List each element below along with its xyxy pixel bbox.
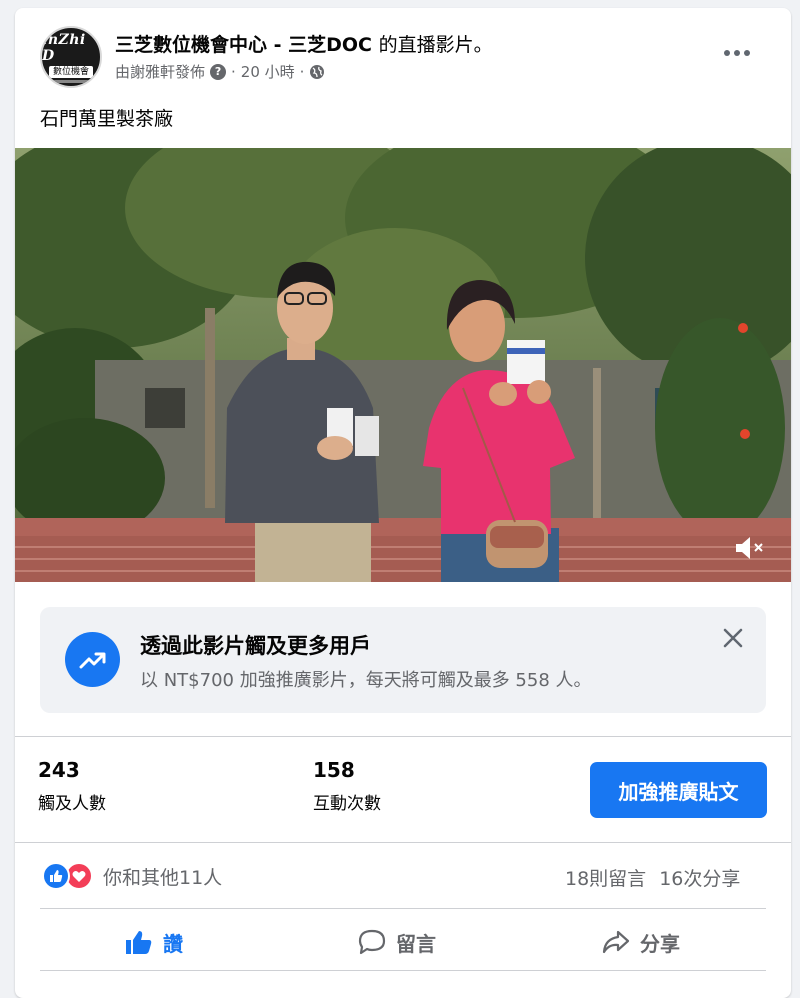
divider [15,842,791,843]
more-options-button[interactable] [717,38,757,68]
title-suffix: 的直播影片。 [378,34,493,56]
avatar-logo-text: inZhi D [42,31,86,64]
question-icon[interactable]: ? [210,63,227,80]
divider [15,736,791,737]
post-card: inZhi D 數位機會 三芝數位機會中心 - 三芝DOC 的直播影片。 由謝雅… [15,8,791,998]
meta-dot: · [231,62,236,81]
divider [40,908,766,909]
like-label: 讚 [163,931,183,956]
like-button[interactable]: 讚 [125,920,183,964]
speaker-muted-icon[interactable] [732,533,766,563]
like-reaction-icon [42,862,70,890]
reactions-summary[interactable]: 你和其他11人 [42,862,222,890]
video-player[interactable] [15,148,791,582]
globe-icon[interactable] [309,64,325,80]
post-title: 三芝數位機會中心 - 三芝DOC 的直播影片。 [115,30,493,57]
meta-dot-2: · [299,62,305,81]
page-avatar[interactable]: inZhi D 數位機會 [40,26,102,88]
avatar-logo-line [49,79,93,83]
comment-button[interactable]: 留言 [358,920,436,964]
more-horizontal-icon [724,50,730,56]
boost-banner[interactable]: 透過此影片觸及更多用戶 以 NT$700 加強推廣影片，每天將可觸及最多 558… [40,607,766,713]
close-icon[interactable] [720,625,746,651]
boost-description: 以 NT$700 加強推廣影片，每天將可觸及最多 558 人。 [140,670,592,691]
comment-label: 留言 [396,931,436,956]
reach-label: 觸及人數 [38,794,106,814]
post-meta: 由謝雅軒發佈 ? · 20 小時 · [115,61,325,82]
share-label: 分享 [640,931,680,956]
divider [40,970,766,971]
engagement-counts: 18則留言 16次分享 [565,864,740,891]
reach-count: 243 [38,758,80,782]
comment-count[interactable]: 18則留言 [565,864,646,891]
post-time[interactable]: 20 小時 [241,61,295,82]
thumbs-up-icon [126,931,152,954]
share-count[interactable]: 16次分享 [659,864,740,891]
author-text: 由謝雅軒發佈 [115,63,206,81]
video-frame [15,148,791,582]
reactions-text[interactable]: 你和其他11人 [103,863,222,890]
post-text: 石門萬里製茶廠 [40,108,174,130]
speech-bubble-icon [358,929,386,955]
engagement-label: 互動次數 [313,794,381,814]
engagement-count: 158 [313,758,355,782]
promote-post-button[interactable]: 加強推廣貼文 [590,762,767,818]
page-name-link[interactable]: 三芝數位機會中心 - 三芝DOC [115,34,372,56]
share-arrow-icon [602,930,630,954]
avatar-logo-sub: 數位機會 [48,65,93,78]
trending-up-icon [65,632,120,687]
boost-title: 透過此影片觸及更多用戶 [140,634,371,658]
share-button[interactable]: 分享 [602,920,680,964]
